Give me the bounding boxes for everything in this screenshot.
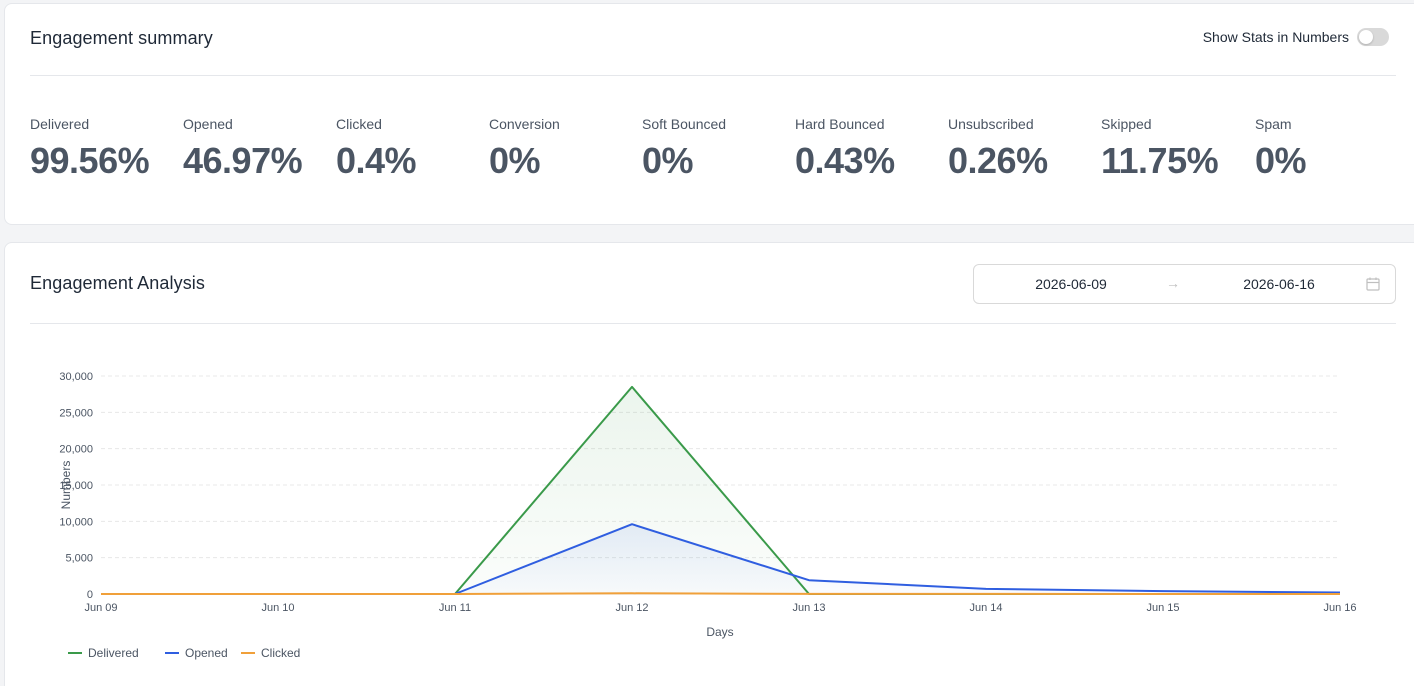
x-tick-label: Jun 09 [84, 602, 117, 614]
legend-label-clicked: Clicked [261, 646, 300, 660]
x-tick-label: Jun 10 [261, 602, 294, 614]
y-tick-label: 20,000 [59, 444, 93, 456]
x-axis-title: Days [706, 625, 733, 639]
line-clicked [101, 592, 1340, 595]
y-tick-label: 30,000 [59, 371, 93, 383]
y-tick-label: 5,000 [65, 553, 93, 565]
x-tick-label: Jun 14 [969, 602, 1002, 614]
legend-label-opened: Opened [185, 646, 228, 660]
y-tick-label: 0 [87, 589, 93, 601]
x-tick-label: Jun 16 [1323, 602, 1356, 614]
x-tick-label: Jun 11 [439, 602, 471, 614]
x-axis-ticks: Jun 09 Jun 10 Jun 11 Jun 12 Jun 13 Jun 14 Jun … [84, 602, 1356, 614]
chart-legend: Delivered Opened Clicked [68, 646, 300, 660]
y-tick-label: 10,000 [59, 516, 93, 528]
y-axis-title: Numbers [59, 461, 73, 510]
y-tick-label: 25,000 [59, 407, 93, 419]
x-tick-label: Jun 15 [1146, 602, 1179, 614]
x-tick-label: Jun 13 [792, 602, 825, 614]
engagement-line-chart: 05,00010,00015,00020,00025,00030,000 Jun… [59, 371, 1357, 660]
x-tick-label: Jun 12 [615, 602, 648, 614]
legend-label-delivered: Delivered [88, 646, 139, 660]
